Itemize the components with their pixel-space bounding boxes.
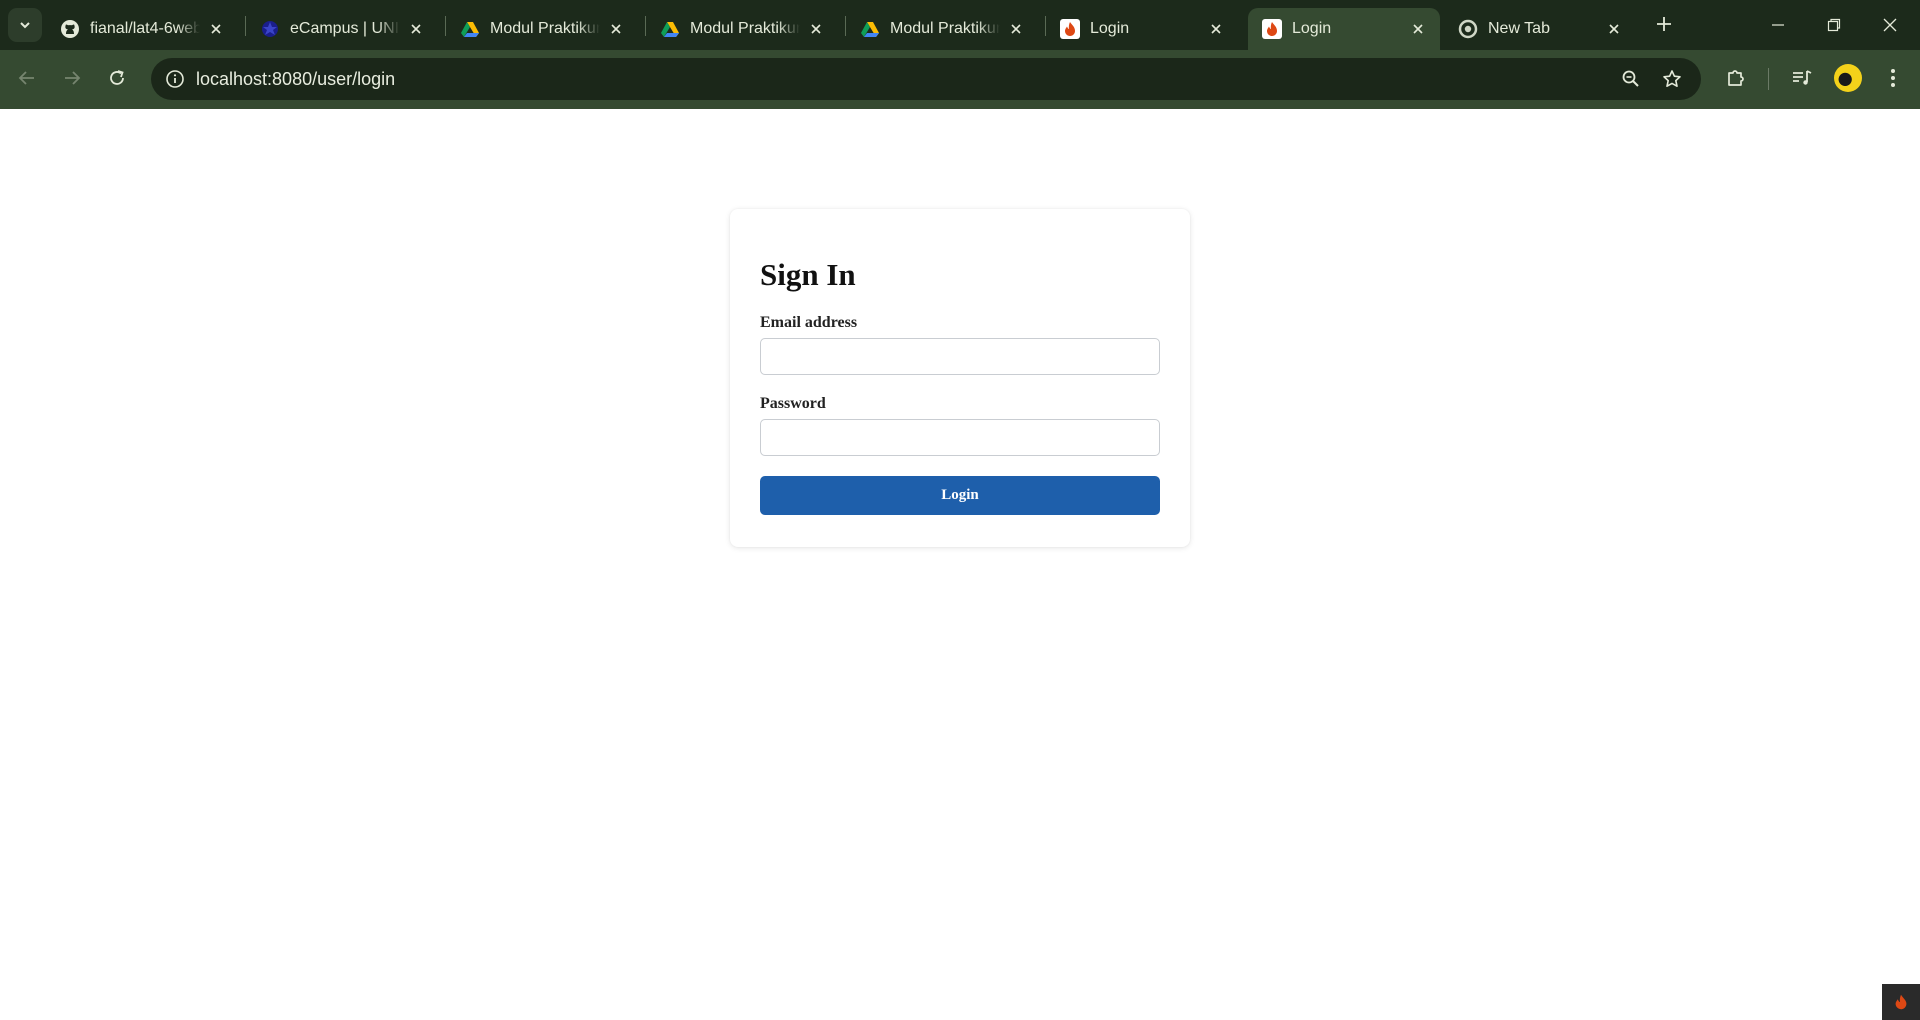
tab-title: Modul Praktikum — [690, 20, 800, 37]
playlist-icon — [1793, 70, 1812, 85]
ecampus-icon — [260, 19, 280, 39]
tab-github[interactable]: fianal/lat4-6web — [46, 8, 238, 50]
menu-button[interactable] — [1876, 61, 1910, 95]
tab-title: eCampus | UNIVERSITAS — [290, 20, 400, 37]
tab-login-active[interactable]: Login — [1248, 8, 1440, 50]
puzzle-icon — [1728, 70, 1744, 86]
chrome-icon — [1458, 19, 1478, 39]
profile-avatar[interactable] — [1834, 64, 1862, 92]
tab-new-tab[interactable]: New Tab — [1444, 8, 1636, 50]
close-window-button[interactable] — [1862, 0, 1918, 50]
tab-login-1[interactable]: Login — [1046, 8, 1238, 50]
url-text[interactable]: localhost:8080/user/login — [196, 69, 395, 90]
codeigniter-icon — [1060, 19, 1080, 39]
chevron-down-icon — [20, 22, 30, 29]
email-label: Email address — [760, 314, 858, 331]
close-icon[interactable] — [1408, 19, 1428, 39]
close-icon[interactable] — [606, 19, 626, 39]
close-icon[interactable] — [1604, 19, 1624, 39]
new-tab-button[interactable] — [1650, 10, 1678, 38]
plus-icon — [1657, 17, 1671, 31]
site-info-icon[interactable] — [163, 67, 187, 91]
close-icon[interactable] — [206, 19, 226, 39]
restore-icon — [1827, 18, 1841, 32]
close-icon[interactable] — [1206, 19, 1226, 39]
minimize-icon — [1772, 24, 1784, 26]
tab-ecampus[interactable]: eCampus | UNIVERSITAS — [246, 8, 438, 50]
reload-icon — [110, 70, 124, 85]
arrow-left-icon — [18, 71, 34, 85]
google-drive-icon — [460, 19, 480, 39]
tab-drive-3[interactable]: Modul Praktikum — [846, 8, 1038, 50]
tab-search-button[interactable] — [8, 8, 42, 42]
codeigniter-icon — [1262, 19, 1282, 39]
arrow-right-icon — [65, 71, 81, 85]
back-button[interactable] — [9, 60, 45, 96]
tab-title: New Tab — [1488, 20, 1550, 37]
page-title: Sign In — [760, 257, 856, 292]
reload-button[interactable] — [99, 60, 135, 96]
toolbar-divider — [1768, 68, 1769, 90]
more-vertical-icon — [1891, 69, 1895, 87]
page-content: Sign In Email address Password Login — [0, 109, 1920, 1020]
bookmark-star-icon[interactable] — [1660, 67, 1684, 91]
tab-strip: fianal/lat4-6web eCampus | UNIVERSITAS M… — [0, 0, 1920, 50]
close-icon — [1883, 18, 1897, 32]
google-drive-icon — [660, 19, 680, 39]
minimize-button[interactable] — [1750, 0, 1806, 50]
password-field[interactable] — [760, 419, 1160, 456]
restore-button[interactable] — [1806, 0, 1862, 50]
address-bar[interactable]: localhost:8080/user/login — [151, 58, 1701, 100]
tab-drive-2[interactable]: Modul Praktikum — [646, 8, 838, 50]
tab-drive-1[interactable]: Modul Praktikum — [446, 8, 638, 50]
login-button[interactable]: Login — [760, 476, 1160, 515]
google-drive-icon — [860, 19, 880, 39]
tab-title: fianal/lat4-6web — [90, 20, 200, 37]
tab-title: Modul Praktikum — [490, 20, 600, 37]
zoom-icon[interactable] — [1619, 67, 1643, 91]
forward-button[interactable] — [54, 60, 90, 96]
tab-title: Login — [1090, 20, 1130, 37]
extensions-button[interactable] — [1719, 61, 1753, 95]
email-field[interactable] — [760, 338, 1160, 375]
media-controls-button[interactable] — [1785, 61, 1819, 95]
close-icon[interactable] — [406, 19, 426, 39]
codeigniter-icon — [1895, 994, 1907, 1010]
tab-title: Modul Praktikum — [890, 20, 1000, 37]
debug-toolbar-button[interactable] — [1882, 984, 1920, 1020]
close-icon[interactable] — [1006, 19, 1026, 39]
tab-title: Login — [1292, 20, 1332, 37]
close-icon[interactable] — [806, 19, 826, 39]
login-card: Sign In Email address Password Login — [730, 209, 1190, 547]
browser-toolbar: localhost:8080/user/login — [0, 50, 1920, 109]
github-icon — [60, 19, 80, 39]
password-label: Password — [760, 395, 826, 412]
